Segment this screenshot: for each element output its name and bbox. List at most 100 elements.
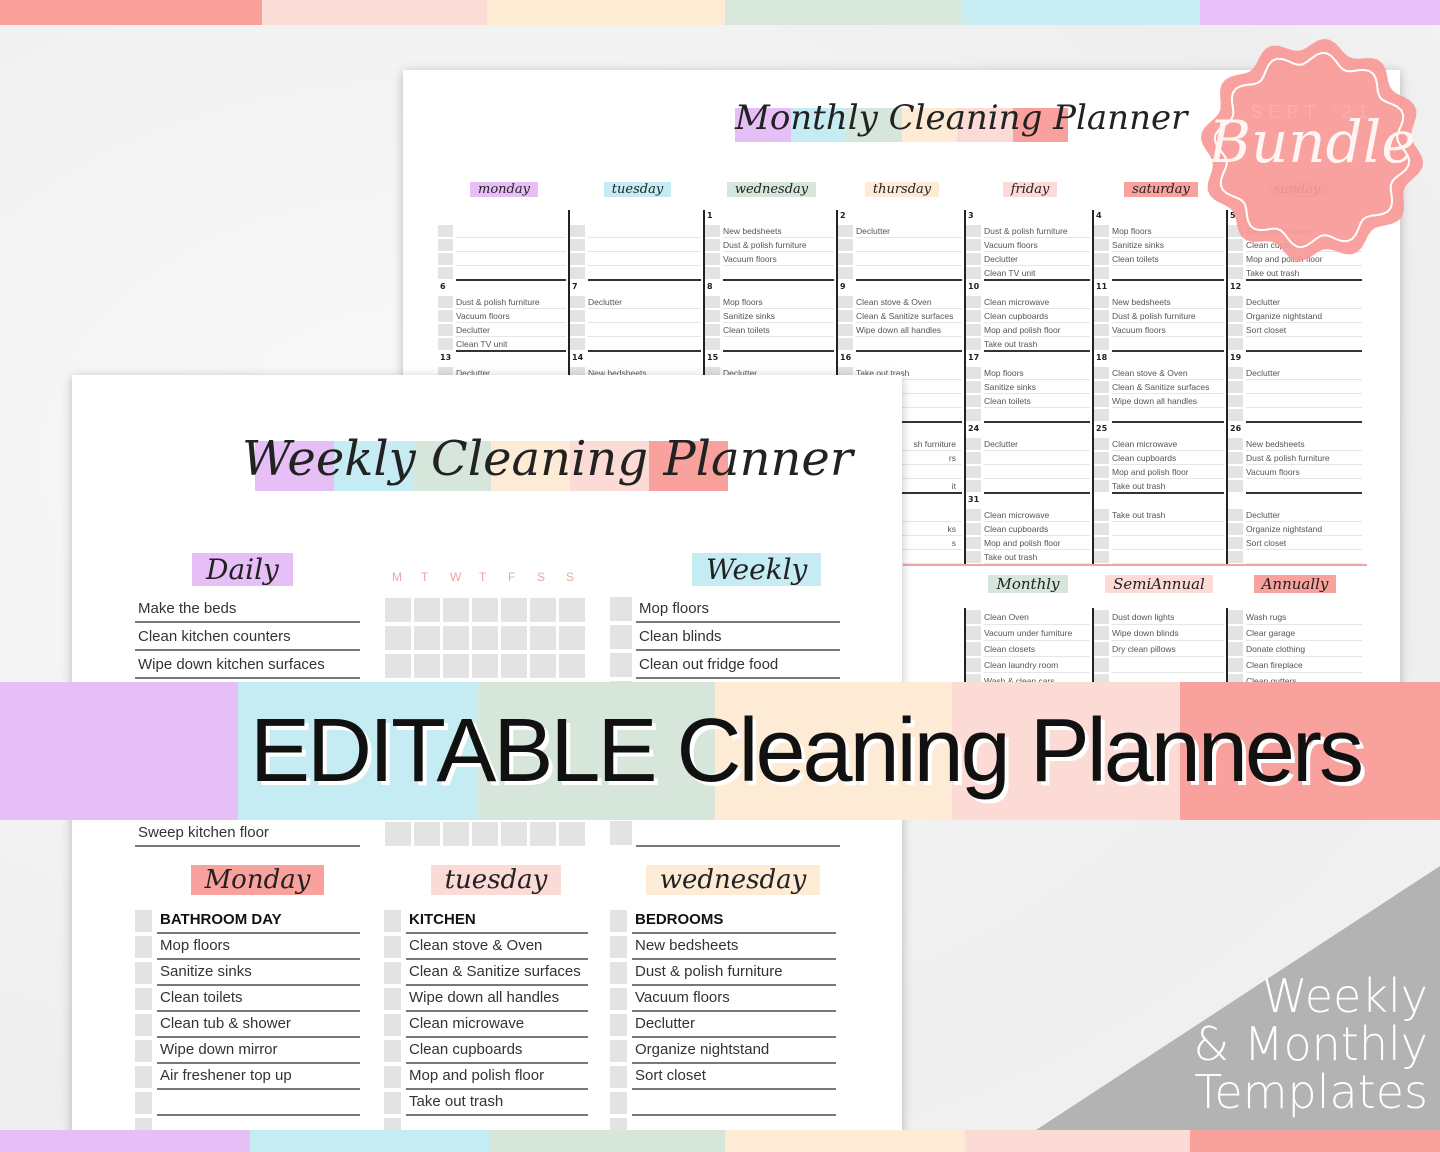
tracker-checkbox[interactable]: [443, 598, 469, 622]
day-task-row: Vacuum floors: [610, 986, 836, 1012]
day-task-checkbox[interactable]: [135, 988, 152, 1010]
day-task-checkbox[interactable]: [135, 1092, 152, 1114]
day-task-text[interactable]: Organize nightstand: [632, 1038, 836, 1064]
day-task-row: Clean tub & shower: [135, 1012, 360, 1038]
day-task-text[interactable]: Take out trash: [406, 1090, 588, 1116]
corner-line-3: Templates: [1194, 1065, 1428, 1119]
corner-line-1: Weekly: [1261, 969, 1428, 1023]
day-task-checkbox[interactable]: [384, 1066, 401, 1088]
weekly-task-text[interactable]: [636, 821, 840, 847]
day-task-checkbox[interactable]: [384, 1014, 401, 1036]
day-task-text[interactable]: Mop floors: [157, 934, 360, 960]
day-task-checkbox[interactable]: [384, 1118, 401, 1130]
day-task-text[interactable]: Sanitize sinks: [157, 960, 360, 986]
tracker-checkbox[interactable]: [501, 822, 527, 846]
day-task-text[interactable]: Clean stove & Oven: [406, 934, 588, 960]
day-task-heading[interactable]: KITCHEN: [406, 908, 588, 934]
weekly-task-checkbox[interactable]: [610, 625, 632, 649]
day-task-text[interactable]: New bedsheets: [632, 934, 836, 960]
tracker-checkbox[interactable]: [472, 822, 498, 846]
day-task-text[interactable]: Air freshener top up: [157, 1064, 360, 1090]
weekly-task-checkbox[interactable]: [610, 653, 632, 677]
day-task-text[interactable]: Vacuum floors: [632, 986, 836, 1012]
day-task-checkbox[interactable]: [135, 1014, 152, 1036]
day-task-checkbox[interactable]: [384, 988, 401, 1010]
day-task-checkbox[interactable]: [610, 910, 627, 932]
day-task-checkbox[interactable]: [384, 910, 401, 932]
day-task-checkbox[interactable]: [610, 962, 627, 984]
day-task-text[interactable]: Clean microwave: [406, 1012, 588, 1038]
tracker-checkbox[interactable]: [385, 654, 411, 678]
weekly-task-checkbox[interactable]: [610, 821, 632, 845]
weekly-task-checkbox[interactable]: [610, 597, 632, 621]
day-task-checkbox[interactable]: [610, 936, 627, 958]
tracker-checkbox[interactable]: [414, 654, 440, 678]
tracker-checkbox[interactable]: [472, 654, 498, 678]
day-task-text[interactable]: Dust & polish furniture: [632, 960, 836, 986]
tracker-checkbox[interactable]: [472, 626, 498, 650]
day-task-checkbox[interactable]: [135, 936, 152, 958]
tracker-checkbox[interactable]: [443, 822, 469, 846]
weekly-task-text[interactable]: Clean out fridge food: [636, 653, 840, 679]
day-task-checkbox[interactable]: [135, 910, 152, 932]
day-task-checkbox[interactable]: [610, 1066, 627, 1088]
day-task-text[interactable]: Clean & Sanitize surfaces: [406, 960, 588, 986]
tracker-checkbox[interactable]: [530, 626, 556, 650]
daily-task-text[interactable]: Wipe down kitchen surfaces: [135, 653, 360, 679]
day-task-row: Clean stove & Oven: [384, 934, 588, 960]
tracker-checkbox[interactable]: [559, 822, 585, 846]
day-task-checkbox[interactable]: [135, 1040, 152, 1062]
day-task-text[interactable]: Clean cupboards: [406, 1038, 588, 1064]
day-task-checkbox[interactable]: [384, 962, 401, 984]
day-task-checkbox[interactable]: [384, 1092, 401, 1114]
day-task-text[interactable]: Mop and polish floor: [406, 1064, 588, 1090]
weekly-task-text[interactable]: Mop floors: [636, 597, 840, 623]
day-task-checkbox[interactable]: [610, 1118, 627, 1130]
tracker-checkbox[interactable]: [385, 822, 411, 846]
day-task-checkbox[interactable]: [384, 1040, 401, 1062]
daily-task-text[interactable]: Make the beds: [135, 597, 360, 623]
day-task-checkbox[interactable]: [610, 1040, 627, 1062]
tracker-checkbox[interactable]: [530, 822, 556, 846]
day-task-checkbox[interactable]: [610, 1014, 627, 1036]
day-task-text[interactable]: Clean toilets: [157, 986, 360, 1012]
daily-task-text[interactable]: Clean kitchen counters: [135, 625, 360, 651]
section-heading: Weekly: [692, 553, 822, 586]
day-task-checkbox[interactable]: [135, 1118, 152, 1130]
tracker-checkbox[interactable]: [559, 626, 585, 650]
tracker-checkbox[interactable]: [414, 822, 440, 846]
day-task-checkbox[interactable]: [384, 936, 401, 958]
day-task-text[interactable]: [157, 1090, 360, 1116]
tracker-checkbox[interactable]: [385, 598, 411, 622]
tracker-checkbox[interactable]: [530, 654, 556, 678]
day-task-text[interactable]: Sort closet: [632, 1064, 836, 1090]
tracker-checkbox[interactable]: [530, 598, 556, 622]
tracker-checkbox[interactable]: [501, 598, 527, 622]
tracker-checkbox[interactable]: [472, 598, 498, 622]
tracker-checkbox[interactable]: [414, 598, 440, 622]
day-task-checkbox[interactable]: [135, 962, 152, 984]
day-task-text[interactable]: Clean tub & shower: [157, 1012, 360, 1038]
tracker-checkbox[interactable]: [443, 626, 469, 650]
daily-task-text[interactable]: Sweep kitchen floor: [135, 821, 360, 847]
tracker-checkbox[interactable]: [443, 654, 469, 678]
day-task-checkbox[interactable]: [135, 1066, 152, 1088]
day-task-heading[interactable]: BEDROOMS: [632, 908, 836, 934]
tracker-checkbox[interactable]: [501, 626, 527, 650]
day-task-text[interactable]: Wipe down mirror: [157, 1038, 360, 1064]
day-task-row: Mop and polish floor: [384, 1064, 588, 1090]
day-task-checkbox[interactable]: [610, 1092, 627, 1114]
tracker-checkbox[interactable]: [501, 654, 527, 678]
tracker-checkbox[interactable]: [559, 654, 585, 678]
tracker-checkbox[interactable]: [385, 626, 411, 650]
day-task-row: Clean microwave: [384, 1012, 588, 1038]
day-task-text[interactable]: Wipe down all handles: [406, 986, 588, 1012]
weekly-task-text[interactable]: Clean blinds: [636, 625, 840, 651]
tracker-checkbox[interactable]: [559, 598, 585, 622]
day-task-heading[interactable]: BATHROOM DAY: [157, 908, 360, 934]
tracker-checkbox[interactable]: [414, 626, 440, 650]
day-task-text[interactable]: Declutter: [632, 1012, 836, 1038]
day-task-text[interactable]: [632, 1090, 836, 1116]
section-heading-label: Monday: [190, 865, 325, 895]
day-task-checkbox[interactable]: [610, 988, 627, 1010]
